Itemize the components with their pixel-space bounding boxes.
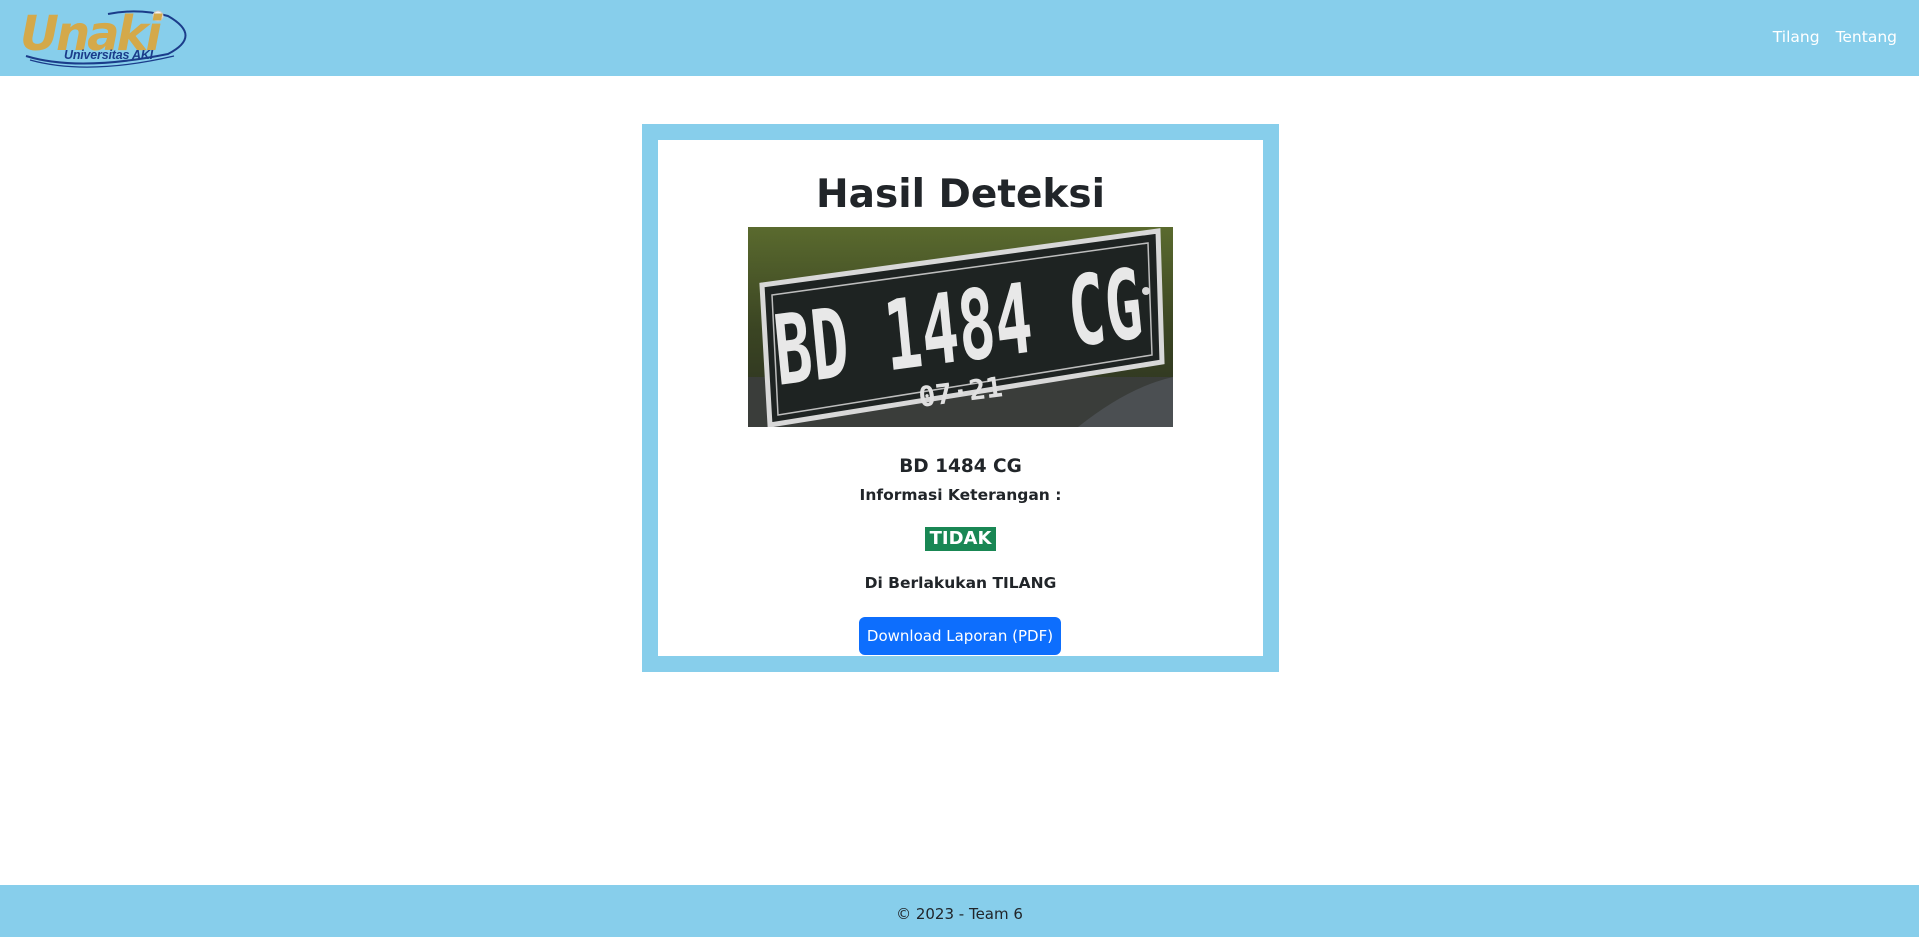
- footer: © 2023 - Team 6: [0, 885, 1919, 937]
- brand-subtitle: Universitas AKI: [64, 48, 153, 62]
- download-report-button[interactable]: Download Laporan (PDF): [859, 617, 1061, 655]
- nav-links: Tilang Tentang: [1773, 28, 1897, 46]
- footer-text: © 2023 - Team 6: [896, 905, 1023, 923]
- nav-link-tentang[interactable]: Tentang: [1836, 28, 1897, 46]
- detected-plate-number: BD 1484 CG: [899, 456, 1022, 477]
- status-line: Di Berlakukan TILANG: [658, 574, 1263, 592]
- info-label: Informasi Keterangan :: [859, 486, 1062, 504]
- page-title: Hasil Deteksi: [816, 172, 1105, 217]
- status-badge: TIDAK: [925, 527, 996, 551]
- navbar: Unaki Universitas AKI Tilang Tentang: [0, 0, 1919, 76]
- result-card: Hasil Deteksi BD 1484 CG 07·21 BD: [658, 140, 1263, 656]
- brand-logo[interactable]: Unaki Universitas AKI: [18, 6, 194, 68]
- nav-link-tilang[interactable]: Tilang: [1773, 28, 1820, 46]
- status-emphasis: TILANG: [992, 574, 1057, 592]
- status-prefix: Di Berlakukan: [864, 574, 988, 592]
- license-plate-image: BD 1484 CG 07·21: [748, 227, 1173, 427]
- result-card-frame: Hasil Deteksi BD 1484 CG 07·21 BD: [642, 124, 1279, 672]
